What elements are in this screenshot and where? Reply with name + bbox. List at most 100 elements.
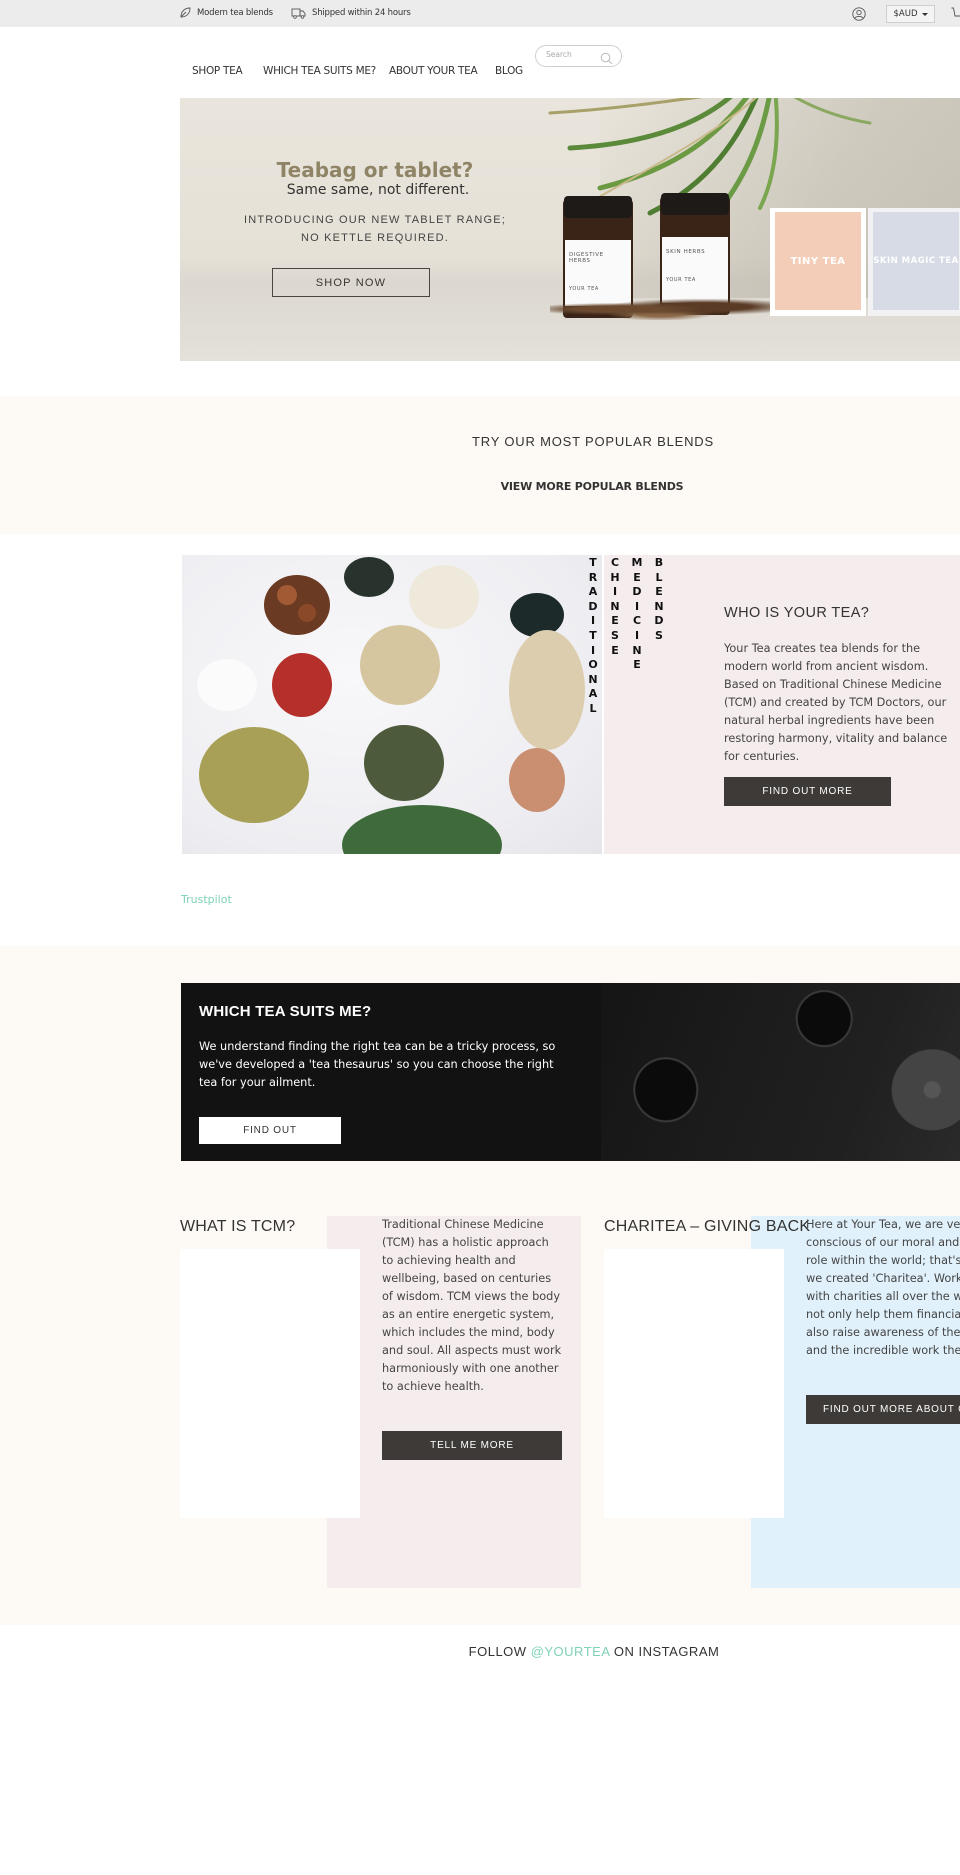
- nav-which-tea-suits-me[interactable]: WHICH TEA SUITS ME?: [263, 65, 376, 77]
- vertical-letter: D: [588, 599, 598, 613]
- product-sachet-skin-magic-tea: SKIN MAGIC TEA: [868, 208, 960, 316]
- view-more-popular-link[interactable]: VIEW MORE POPULAR BLENDS: [0, 480, 960, 493]
- shop-now-button[interactable]: SHOP NOW: [272, 268, 430, 297]
- brand-label: YOUR TEA: [666, 277, 696, 283]
- product-name: SKIN HERBS: [666, 249, 706, 255]
- hero-intro-line: INTRODUCING OUR NEW TABLET RANGE;: [243, 214, 507, 226]
- tcm-title: WHAT IS TCM?: [180, 1218, 296, 1235]
- popular-blends-section: TRY OUR MOST POPULAR BLENDS VIEW MORE PO…: [0, 396, 960, 534]
- hero-intro: INTRODUCING OUR NEW TABLET RANGE; NO KET…: [230, 211, 520, 247]
- find-out-more-charitea-button[interactable]: FIND OUT MORE ABOUT CHARITEA: [806, 1395, 960, 1424]
- vertical-letter: N: [654, 599, 664, 613]
- feature-modern-blends: Modern tea blends: [179, 7, 273, 19]
- hero-banner: Teabag or tablet? Same same, not differe…: [180, 98, 960, 361]
- feature-shipping: Shipped within 24 hours: [291, 7, 411, 19]
- charitea-line: with charities all over the world: [806, 1290, 960, 1303]
- trustpilot-link[interactable]: Trustpilot: [181, 893, 232, 906]
- tcm-text: Traditional Chinese Medicine (TCM) has a…: [382, 1218, 562, 1393]
- vertical-letter: A: [588, 687, 598, 701]
- cart-icon[interactable]: [951, 7, 960, 20]
- vertical-letter: S: [655, 628, 663, 642]
- vertical-letter: E: [611, 643, 619, 657]
- vertical-letter: I: [634, 628, 640, 642]
- vertical-letter: D: [654, 614, 664, 628]
- search-box: [535, 45, 622, 67]
- instagram-heading: FOLLOW @YOURTEA ON INSTAGRAM: [0, 1644, 960, 1659]
- brand-label: YOUR TEA: [569, 286, 599, 292]
- tell-me-more-button[interactable]: TELL ME MORE: [382, 1431, 562, 1460]
- charitea-cta-label: FIND OUT MORE ABOUT CHARITEA: [823, 1404, 960, 1415]
- product-name: TINY TEA: [790, 255, 846, 267]
- vertical-letter: D: [632, 585, 642, 599]
- find-out-button[interactable]: FIND OUT: [199, 1117, 341, 1144]
- feature-label: Shipped within 24 hours: [312, 8, 411, 18]
- product-sachet-tiny-tea: TINY TEA: [770, 208, 866, 316]
- vertical-letter: S: [611, 628, 619, 642]
- vertical-letter: R: [588, 570, 598, 584]
- vertical-letter: N: [632, 643, 642, 657]
- vertical-letter: T: [589, 556, 597, 569]
- vertical-letter: L: [655, 570, 663, 584]
- vertical-letter: E: [633, 658, 641, 672]
- nav-about-your-tea[interactable]: ABOUT YOUR TEA: [389, 65, 478, 77]
- charitea-line: also raise awareness of their ca: [806, 1326, 960, 1339]
- vertical-letter: C: [610, 556, 620, 569]
- charitea-line: role within the world; that's wh: [806, 1254, 960, 1267]
- instagram-handle-link[interactable]: @YOURTEA: [531, 1644, 610, 1659]
- nav-blog[interactable]: BLOG: [495, 65, 523, 77]
- search-input[interactable]: [546, 50, 601, 59]
- vertical-letter: M: [631, 556, 643, 569]
- find-out-more-button[interactable]: FIND OUT MORE: [724, 777, 891, 806]
- charitea-line: Here at Your Tea, we are very: [806, 1218, 960, 1231]
- vertical-letter: I: [612, 585, 618, 599]
- popular-title: TRY OUR MOST POPULAR BLENDS: [472, 434, 714, 449]
- vertical-word-traditional: TRADITIONAL: [587, 556, 599, 717]
- vertical-word-blends: BLENDS: [653, 556, 665, 644]
- search-icon[interactable]: [600, 50, 613, 69]
- which-tea-suits-banner: WHICH TEA SUITS ME? We understand findin…: [181, 983, 960, 1161]
- charitea-image-placeholder: [604, 1249, 784, 1518]
- vertical-letter: L: [589, 701, 597, 715]
- jar-lid: [564, 196, 632, 218]
- suits-text: We understand finding the right tea can …: [199, 1040, 556, 1089]
- shop-now-label: SHOP NOW: [315, 276, 387, 289]
- vertical-letter: E: [611, 614, 619, 628]
- dark-tea-photo: [601, 983, 960, 1161]
- vertical-letter: C: [632, 614, 642, 628]
- product-jar-skin-herbs: SKIN HERBS YOUR TEA: [660, 193, 730, 315]
- product-name: SKIN MAGIC TEA: [873, 256, 959, 266]
- instagram-prefix: FOLLOW: [468, 1644, 531, 1659]
- charitea-line: we created 'Charitea'. Working: [806, 1272, 960, 1285]
- vertical-word-chinese: CHINESE: [609, 556, 621, 658]
- product-name: DIGESTIVE HERBS: [569, 252, 604, 264]
- who-title: WHO IS YOUR TEA?: [724, 605, 870, 621]
- vertical-letter: N: [588, 672, 598, 686]
- instagram-suffix: ON INSTAGRAM: [609, 1644, 720, 1659]
- vertical-letter: E: [633, 570, 641, 584]
- vertical-letter: A: [588, 585, 598, 599]
- charitea-line: and the incredible work they d: [806, 1344, 960, 1357]
- nav-shop-tea[interactable]: SHOP TEA: [192, 65, 243, 77]
- hero-intro-line: NO KETTLE REQUIRED.: [300, 232, 450, 244]
- suits-title: WHICH TEA SUITS ME?: [199, 1003, 372, 1020]
- vertical-letter: N: [610, 599, 620, 613]
- herbs-image: [182, 555, 602, 854]
- jar-label: SKIN HERBS YOUR TEA: [662, 237, 728, 303]
- vertical-letter: B: [654, 556, 664, 569]
- vertical-letter: I: [634, 599, 640, 613]
- herb-debris: [550, 298, 770, 320]
- jar-label: DIGESTIVE HERBS YOUR TEA: [565, 240, 631, 306]
- charitea-line: conscious of our moral and eth: [806, 1236, 960, 1249]
- who-text: Your Tea creates tea blends for the mode…: [724, 642, 948, 763]
- feature-label: Modern tea blends: [197, 8, 273, 18]
- hero-title: Teabag or tablet?: [276, 158, 474, 182]
- leaf-icon: [179, 7, 191, 19]
- vertical-letter: T: [589, 628, 597, 642]
- vertical-letter: E: [655, 585, 663, 599]
- account-icon[interactable]: [852, 7, 866, 21]
- charitea-line: not only help them financially,: [806, 1308, 960, 1321]
- truck-icon: [291, 7, 306, 19]
- currency-value: $AUD: [893, 9, 918, 19]
- vertical-letter: I: [590, 614, 596, 628]
- currency-selector[interactable]: $AUD: [886, 5, 935, 23]
